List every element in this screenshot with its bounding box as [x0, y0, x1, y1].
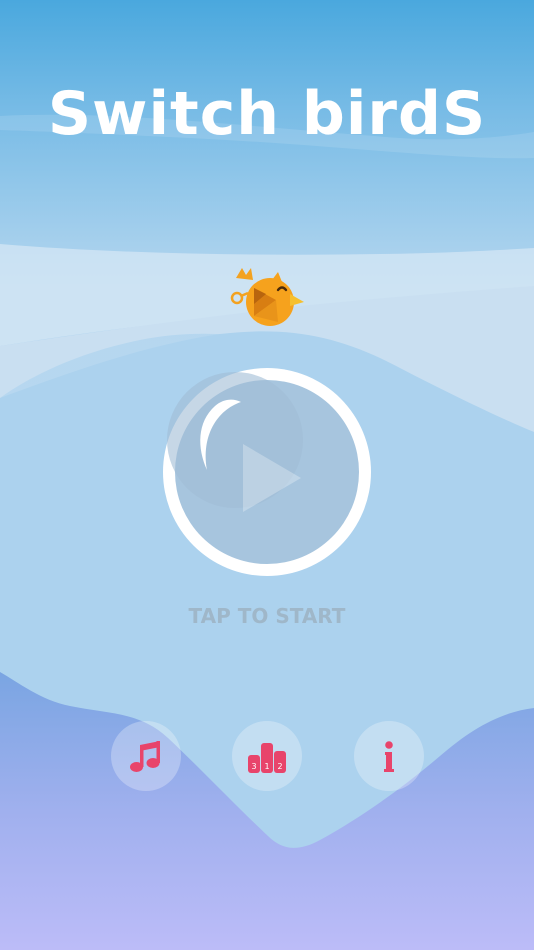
game-screen: Switch birdS TAP TO START 3 1 2	[0, 0, 534, 950]
info-icon	[384, 741, 394, 772]
leaderboard-button[interactable]: 3 1 2	[232, 721, 302, 791]
podium-place-first: 1	[264, 762, 269, 771]
podium-icon: 3 1 2	[248, 743, 286, 773]
music-note-icon	[130, 741, 160, 772]
info-button[interactable]	[354, 721, 424, 791]
podium-place-second: 2	[277, 762, 282, 771]
play-button[interactable]	[161, 366, 373, 578]
tap-to-start-label: TAP TO START	[188, 604, 346, 628]
game-title: Switch birdS	[47, 79, 487, 149]
music-toggle-button[interactable]	[111, 721, 181, 791]
podium-place-third: 3	[251, 762, 256, 771]
bird-mascot-icon	[230, 268, 304, 326]
